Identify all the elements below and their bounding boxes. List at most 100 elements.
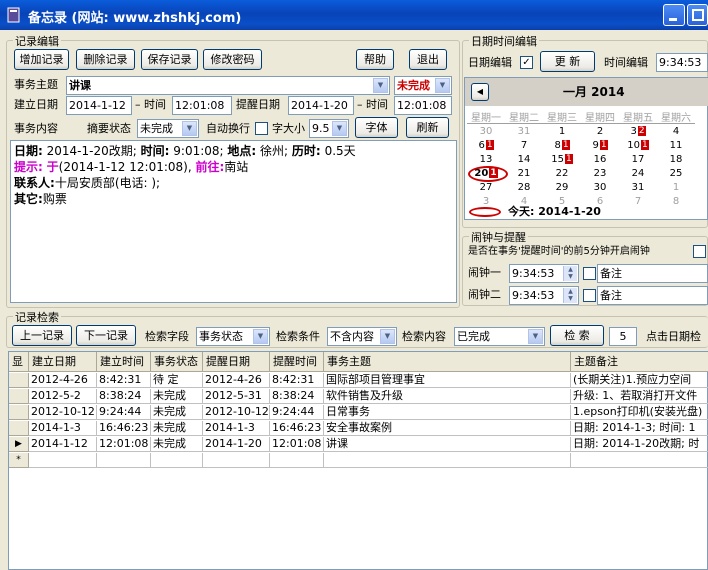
column-header[interactable]: 提醒日期: [203, 352, 270, 372]
calendar-day[interactable]: 32: [619, 125, 657, 139]
table-cell[interactable]: 待 定: [151, 373, 203, 388]
table-cell[interactable]: [29, 453, 97, 468]
calendar-day[interactable]: 10 1: [619, 139, 657, 153]
content-textarea[interactable]: 日期: 2014-1-20改期; 时间: 9:01:08; 地点: 徐州; 历时…: [10, 140, 457, 303]
date-edit-checkbox[interactable]: ✓: [520, 56, 533, 69]
spinner-icon[interactable]: ▲ ▼: [563, 266, 577, 281]
calendar[interactable]: ◀ 一月 2014 星期一 星期二 星期三 星期四 星期五 星期六 30 31 1 2 3 2 4 6 1 7…: [464, 77, 708, 220]
summary-status-select[interactable]: 未完成 ▼: [137, 119, 199, 138]
created-date-input[interactable]: 2014-1-12: [66, 96, 132, 115]
table-cell[interactable]: 2012-5-2: [29, 389, 97, 404]
row-header[interactable]: [9, 421, 29, 436]
table-cell[interactable]: 日期: 2014-1-20改期; 时: [571, 437, 708, 452]
table-cell[interactable]: 未完成: [151, 389, 203, 404]
calendar-day[interactable]: 14: [505, 153, 543, 167]
chevron-down-icon[interactable]: ▼: [528, 329, 543, 344]
auto-wrap-checkbox[interactable]: [255, 122, 268, 135]
search-field-select[interactable]: 事务状态 ▼: [196, 327, 270, 346]
table-cell[interactable]: 2012-5-31: [203, 389, 270, 404]
table-cell[interactable]: 安全事故案例: [324, 421, 571, 436]
calendar-day[interactable]: 7: [619, 195, 657, 209]
column-header[interactable]: 提醒时间: [270, 352, 324, 372]
table-cell[interactable]: 未完成: [151, 437, 203, 452]
chevron-down-icon[interactable]: ▼: [332, 121, 347, 136]
calendar-day[interactable]: 22: [543, 167, 581, 181]
calendar-day[interactable]: 18: [657, 153, 695, 167]
row-header[interactable]: [9, 373, 29, 388]
row-header[interactable]: [9, 405, 29, 420]
table-cell[interactable]: 2012-10-12: [203, 405, 270, 420]
calendar-day[interactable]: 16: [581, 153, 619, 167]
table-cell[interactable]: 16:46:23: [97, 421, 151, 436]
calendar-day[interactable]: 21: [505, 167, 543, 181]
alarm1-checkbox[interactable]: [583, 267, 596, 280]
table-cell[interactable]: 2014-1-20: [203, 437, 270, 452]
search-condition-select[interactable]: 不含内容 ▼: [327, 327, 397, 346]
chevron-down-icon[interactable]: ▼: [182, 121, 197, 136]
remind-time-input[interactable]: 12:01:08: [394, 96, 452, 115]
table-cell[interactable]: 9:24:44: [270, 405, 324, 420]
remind-date-input[interactable]: 2014-1-20: [288, 96, 354, 115]
table-cell[interactable]: 讲课: [324, 437, 571, 452]
alarm2-note-input[interactable]: 备注: [597, 286, 708, 305]
calendar-day[interactable]: 17: [619, 153, 657, 167]
column-header[interactable]: 建立日期: [29, 352, 97, 372]
today-label[interactable]: 今天: 2014-1-20: [508, 205, 601, 219]
table-cell[interactable]: [270, 453, 324, 468]
maximize-button[interactable]: [687, 4, 708, 26]
next-record-button[interactable]: 下一记录: [76, 325, 136, 346]
search-count-input[interactable]: 5: [609, 327, 637, 346]
spinner-icon[interactable]: ▲ ▼: [563, 288, 577, 303]
calendar-day[interactable]: 13: [467, 153, 505, 167]
font-size-select[interactable]: 9.5 ▼: [309, 119, 349, 138]
table-cell[interactable]: 软件销售及升级: [324, 389, 571, 404]
calendar-day[interactable]: 30: [467, 125, 505, 139]
table-cell[interactable]: [97, 453, 151, 468]
column-header[interactable]: 事务状态: [151, 352, 203, 372]
table-cell[interactable]: [203, 453, 270, 468]
table-cell[interactable]: 8:42:31: [97, 373, 151, 388]
calendar-day[interactable]: 29: [543, 181, 581, 195]
minimize-button[interactable]: [663, 4, 685, 26]
table-cell[interactable]: 国际部项目管理事宜: [324, 373, 571, 388]
table-cell[interactable]: 9:24:44: [97, 405, 151, 420]
save-record-button[interactable]: 保存记录: [141, 49, 198, 70]
table-cell[interactable]: 2014-1-12: [29, 437, 97, 452]
help-button[interactable]: 帮助: [356, 49, 394, 70]
table-cell[interactable]: 1.epson打印机(安装光盘): [571, 405, 708, 420]
calendar-day[interactable]: 15 1: [543, 153, 581, 167]
calendar-day[interactable]: 1: [657, 181, 695, 195]
calendar-day[interactable]: 25: [657, 167, 695, 181]
table-cell[interactable]: 未完成: [151, 421, 203, 436]
row-header[interactable]: [9, 389, 29, 404]
time-edit-input[interactable]: 9:34:53: [656, 53, 708, 72]
column-header[interactable]: 主题备注: [571, 352, 708, 372]
calendar-day[interactable]: 61: [467, 139, 505, 153]
exit-button[interactable]: 退出: [409, 49, 447, 70]
calendar-day[interactable]: 23: [581, 167, 619, 181]
records-table[interactable]: 显建立日期 建立时间 事务状态 提醒日期 提醒时间 事务主题 主题备注 2012-4-26 8:…: [8, 351, 708, 570]
calendar-day[interactable]: 31: [619, 181, 657, 195]
table-cell[interactable]: [324, 453, 571, 468]
column-header[interactable]: 显: [9, 352, 29, 372]
table-cell[interactable]: 16:46:23: [270, 421, 324, 436]
prev-month-button[interactable]: ◀: [471, 83, 489, 101]
calendar-day[interactable]: 91: [581, 139, 619, 153]
change-password-button[interactable]: 修改密码: [203, 49, 262, 70]
table-cell[interactable]: [151, 453, 203, 468]
font-button[interactable]: 字体: [355, 117, 398, 138]
refresh-button[interactable]: 刷新: [406, 117, 449, 138]
table-cell[interactable]: 2012-10-12: [29, 405, 97, 420]
table-cell[interactable]: 12:01:08: [270, 437, 324, 452]
alarm-enable-checkbox[interactable]: [693, 245, 706, 258]
table-cell[interactable]: [571, 453, 708, 468]
table-cell[interactable]: 2012-4-26: [29, 373, 97, 388]
alarm1-time-input[interactable]: 9:34:53 ▲ ▼: [509, 264, 579, 283]
calendar-day[interactable]: 24: [619, 167, 657, 181]
update-button[interactable]: 更 新: [540, 51, 595, 72]
status-select[interactable]: 未完成 ▼: [394, 76, 452, 95]
chevron-down-icon[interactable]: ▼: [253, 329, 268, 344]
prev-record-button[interactable]: 上一记录: [12, 325, 72, 346]
calendar-day[interactable]: 81: [543, 139, 581, 153]
table-cell[interactable]: 8:42:31: [270, 373, 324, 388]
